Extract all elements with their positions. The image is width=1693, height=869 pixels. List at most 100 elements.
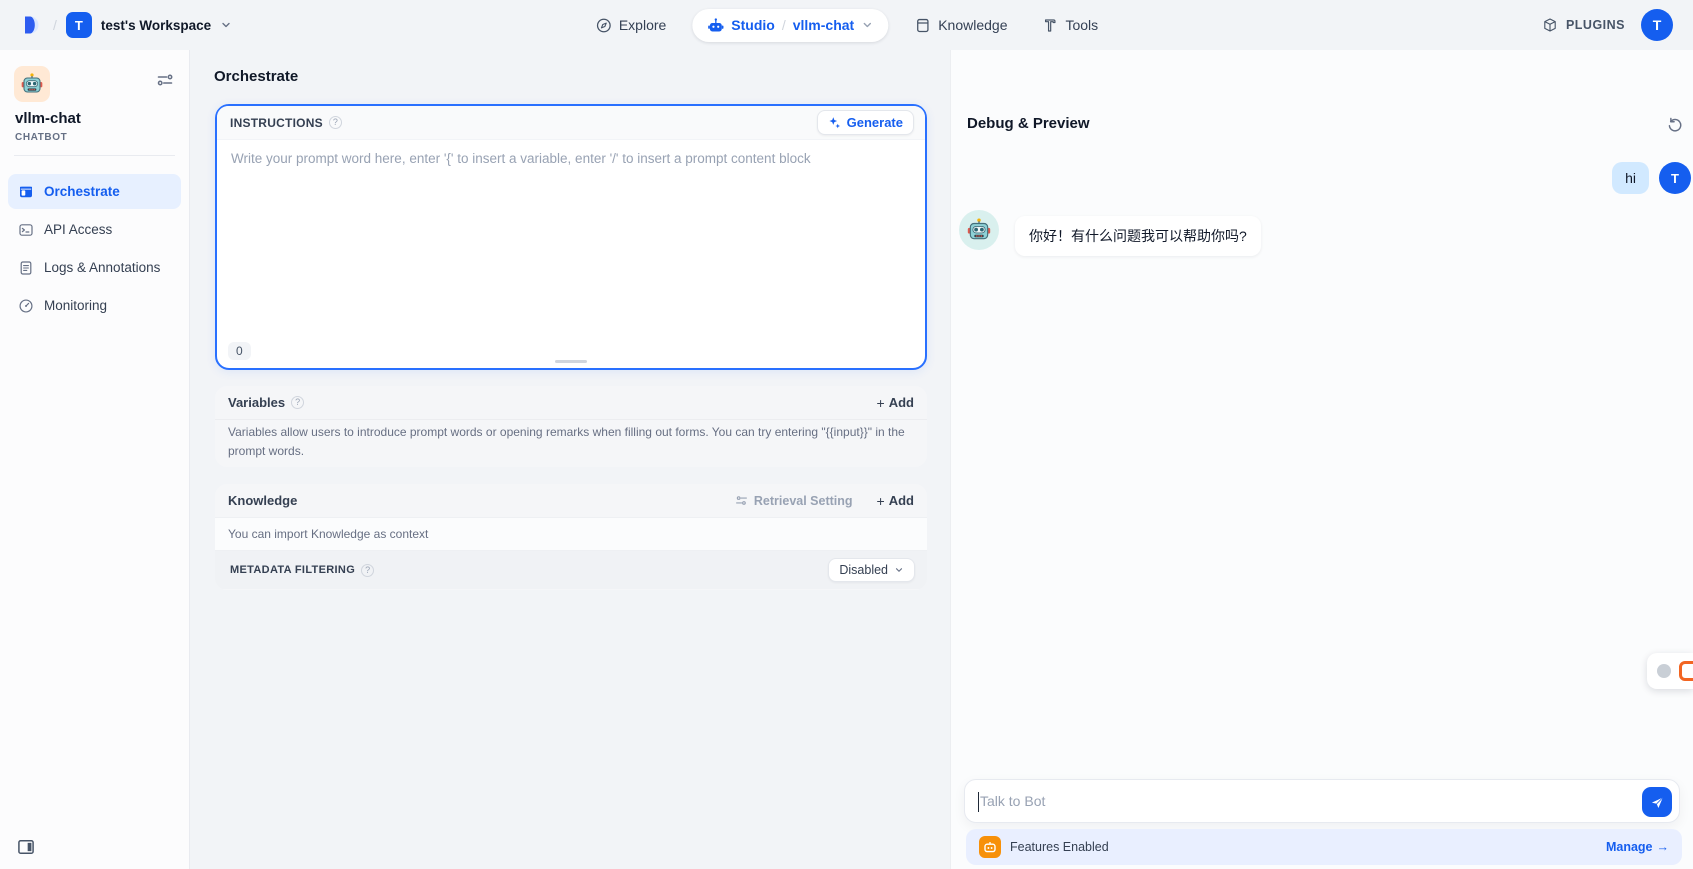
workspace-name[interactable]: test's Workspace xyxy=(101,18,211,33)
dify-logo[interactable] xyxy=(20,13,44,37)
floating-helper-widget[interactable] xyxy=(1647,653,1693,689)
sidebar-item-logs-annotations[interactable]: Logs & Annotations xyxy=(8,250,181,285)
page-title: Orchestrate xyxy=(214,68,298,85)
variables-description: Variables allow users to introduce promp… xyxy=(215,419,927,460)
plus-icon: + xyxy=(877,395,885,411)
text-caret xyxy=(978,792,979,812)
sidebar-app-type-badge: CHATBOT xyxy=(15,132,67,143)
nav-knowledge[interactable]: Knowledge xyxy=(902,17,1019,34)
bot-chat-avatar xyxy=(959,210,999,250)
metadata-filtering-row: METADATA FILTERING ? Disabled xyxy=(215,551,927,589)
debug-preview-title: Debug & Preview xyxy=(967,115,1090,132)
drag-dot-icon xyxy=(1657,664,1671,678)
sidebar-item-monitoring[interactable]: Monitoring xyxy=(8,288,181,323)
chat-input[interactable] xyxy=(965,780,1679,822)
char-count-badge: 0 xyxy=(228,342,251,360)
nav-current-app-name: vllm-chat xyxy=(793,17,854,33)
dify-app-window: / T test's Workspace Explore Studio / vl… xyxy=(0,0,1693,869)
variables-header: Variables ? + Add xyxy=(215,386,927,419)
knowledge-panel: Knowledge Retrieval Setting + Add You ca… xyxy=(215,484,927,590)
send-button[interactable] xyxy=(1642,787,1672,817)
sidebar-divider xyxy=(14,155,175,156)
app-avatar[interactable] xyxy=(14,66,50,102)
sidebar-item-label: Orchestrate xyxy=(44,184,120,199)
chat-message-user: hi T xyxy=(1612,162,1691,194)
sidebar-item-orchestrate[interactable]: Orchestrate xyxy=(8,174,181,209)
variables-panel: Variables ? + Add Variables allow users … xyxy=(215,386,927,467)
sidebar-item-label: API Access xyxy=(44,222,112,237)
add-variable-label: Add xyxy=(889,395,914,410)
nav-studio-current-app[interactable]: Studio / vllm-chat xyxy=(692,9,888,42)
add-knowledge-button[interactable]: + Add xyxy=(877,493,914,509)
window-layout-icon xyxy=(18,184,34,200)
sidebar-app-name: vllm-chat xyxy=(15,110,81,127)
sparkle-icon xyxy=(828,116,841,129)
features-robot-icon xyxy=(979,836,1001,858)
debug-preview-panel: Debug & Preview hi T xyxy=(950,50,1693,869)
assistant-message-bubble: 你好！有什么问题我可以帮助你吗? xyxy=(1015,216,1261,256)
instructions-header: INSTRUCTIONS ? Generate xyxy=(217,106,925,140)
sidebar-item-label: Logs & Annotations xyxy=(44,260,160,275)
chevron-down-icon[interactable] xyxy=(861,19,873,31)
features-enabled-bar[interactable]: Features Enabled Manage → xyxy=(966,829,1682,865)
collapse-sidebar-icon[interactable] xyxy=(16,837,36,857)
nav-plugins[interactable]: PLUGINS xyxy=(1542,17,1625,33)
gauge-icon xyxy=(18,298,34,314)
instructions-label: INSTRUCTIONS xyxy=(230,116,323,130)
help-icon[interactable]: ? xyxy=(291,396,304,409)
nav-knowledge-label: Knowledge xyxy=(938,17,1007,33)
knowledge-header: Knowledge Retrieval Setting + Add xyxy=(215,484,927,517)
top-navigation: / T test's Workspace Explore Studio / vl… xyxy=(0,0,1693,50)
sidebar-item-label: Monitoring xyxy=(44,298,107,313)
restart-conversation-icon[interactable] xyxy=(1666,116,1684,134)
nav-plugins-label: PLUGINS xyxy=(1566,18,1625,32)
retrieval-sliders-icon xyxy=(735,494,748,507)
prompt-textarea[interactable] xyxy=(220,143,922,332)
variables-label: Variables xyxy=(228,395,285,410)
workspace-avatar[interactable]: T xyxy=(66,12,92,38)
explore-icon xyxy=(595,17,612,34)
generate-label: Generate xyxy=(847,115,903,130)
nav-explore[interactable]: Explore xyxy=(583,17,678,34)
app-sidebar: vllm-chat CHATBOT Orchestrate API Access xyxy=(0,50,190,869)
helper-logo-icon xyxy=(1679,661,1693,681)
arrow-right-icon: → xyxy=(1657,840,1670,854)
chevron-down-icon[interactable] xyxy=(220,19,232,31)
metadata-filtering-dropdown[interactable]: Disabled xyxy=(828,558,915,582)
hammer-icon xyxy=(1041,17,1058,34)
knowledge-description: You can import Knowledge as context xyxy=(215,517,927,551)
document-list-icon xyxy=(18,260,34,276)
help-icon[interactable]: ? xyxy=(329,116,342,129)
user-message-bubble: hi xyxy=(1612,162,1649,194)
robot-icon xyxy=(707,17,724,34)
resize-drag-handle[interactable] xyxy=(555,360,587,363)
knowledge-label: Knowledge xyxy=(228,493,297,508)
retrieval-setting-button[interactable]: Retrieval Setting xyxy=(735,494,853,508)
book-icon xyxy=(914,17,931,34)
chat-message-assistant: 你好！有什么问题我可以帮助你吗? xyxy=(959,210,1261,256)
nav-right-group: PLUGINS T xyxy=(1542,9,1673,41)
help-icon[interactable]: ? xyxy=(361,564,374,577)
nav-explore-label: Explore xyxy=(619,17,666,33)
nav-tools-label: Tools xyxy=(1065,17,1098,33)
send-icon xyxy=(1650,795,1665,810)
package-icon xyxy=(1542,17,1558,33)
instructions-panel: INSTRUCTIONS ? Generate 0 xyxy=(215,104,927,370)
chat-input-container xyxy=(964,779,1680,823)
plus-icon: + xyxy=(877,493,885,509)
manage-features-link[interactable]: Manage → xyxy=(1606,840,1669,854)
manage-label: Manage xyxy=(1606,840,1653,854)
nav-tools[interactable]: Tools xyxy=(1029,17,1110,34)
add-variable-button[interactable]: + Add xyxy=(877,395,914,411)
generate-button[interactable]: Generate xyxy=(817,110,914,135)
nav-studio-label: Studio xyxy=(731,17,775,33)
workspace-switcher[interactable]: / T test's Workspace xyxy=(20,12,232,38)
chevron-down-icon xyxy=(894,565,904,575)
retrieval-setting-label: Retrieval Setting xyxy=(754,494,853,508)
metadata-filtering-label: METADATA FILTERING xyxy=(230,564,355,576)
app-operations-icon[interactable] xyxy=(157,72,173,88)
slash-separator: / xyxy=(53,17,57,33)
terminal-icon xyxy=(18,222,34,238)
sidebar-item-api-access[interactable]: API Access xyxy=(8,212,181,247)
user-avatar[interactable]: T xyxy=(1641,9,1673,41)
